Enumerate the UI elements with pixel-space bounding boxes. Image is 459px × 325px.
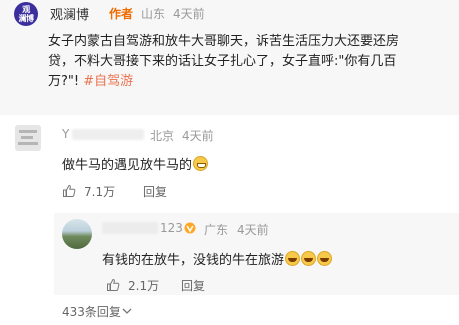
post-body-line: 贷，不料大哥接下来的话让女子扎心了，女子直呼:"你有几百 [48,54,397,69]
post-author-name[interactable]: 观澜博 [50,4,89,23]
reply-location: 广东 [204,223,229,237]
post-body-line: 万?"! #自驾游 [48,72,446,92]
replier-avatar[interactable] [62,219,92,249]
reply-like-count[interactable]: 2.1万 [128,277,159,294]
logo-text-1: 观 [22,5,30,14]
logo-text-2: 澜博 [18,14,35,23]
author-badge: 作者 [109,7,134,21]
post-location: 山东 [141,7,166,21]
laugh-emoji-icon [301,251,317,266]
commenter-avatar[interactable] [15,125,41,151]
comment-reply-button[interactable]: 回复 [143,183,167,200]
hashtag-link[interactable]: #自驾游 [83,74,133,89]
reply-text: 有钱的在放牛，没钱的牛在旅游 [102,249,333,268]
like-icon[interactable] [62,184,76,198]
laugh-emoji-icon [317,251,333,266]
post-time: 4天前 [173,7,205,21]
chevron-down-icon[interactable] [122,307,132,315]
reply-time: 4天前 [237,223,269,237]
comment-text: 做牛马的遇见放牛马的 [62,154,209,173]
post-body: 女子内蒙古自驾游和放牛大哥聊天，诉苦生活压力大还要还房 贷，不料大哥接下来的话让… [48,32,446,92]
reply-text-content: 有钱的在放牛，没钱的牛在旅游 [102,253,285,268]
comment-like-count[interactable]: 7.1万 [84,183,115,200]
laugh-emoji-icon [285,251,301,266]
blurred-replier-name [102,222,158,234]
verify-icon [184,222,196,234]
comment-time: 4天前 [182,129,214,143]
post-card: 观 澜博 观澜博 作者 山东 4天前 女子内蒙古自驾游和放牛大哥聊天，诉苦生活压… [0,0,459,115]
more-replies-link[interactable]: 433条回复 [62,303,121,320]
post-body-text: 万?"! [48,74,84,89]
comment-location: 北京 [150,129,175,143]
author-avatar[interactable]: 观 澜博 [14,2,38,26]
commenter-name[interactable]: Y [62,127,70,141]
reply-reply-button[interactable]: 回复 [181,277,205,294]
like-icon[interactable] [106,278,120,292]
comment-text-content: 做牛马的遇见放牛马的 [62,158,193,173]
replier-name[interactable]: 123 [160,221,183,235]
blurred-username [72,129,144,140]
post-body-line: 女子内蒙古自驾游和放牛大哥聊天，诉苦生活压力大还要还房 [48,34,400,49]
grin-emoji-icon [193,156,209,171]
